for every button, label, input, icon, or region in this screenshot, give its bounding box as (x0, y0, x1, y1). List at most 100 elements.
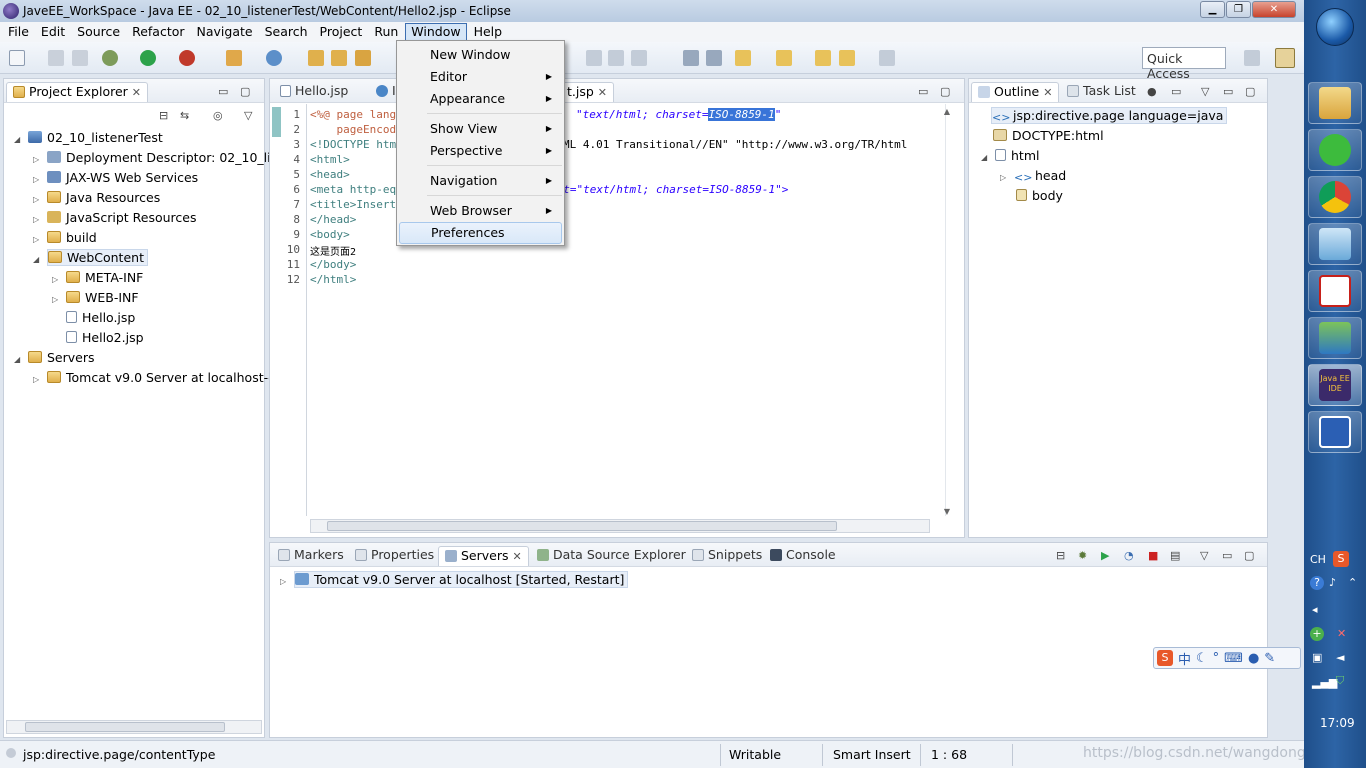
menu-item-appearance[interactable]: Appearance ▶ (399, 88, 562, 110)
code-line-3[interactable]: <!DOCTYPE htm ML 4.01 Transitional//EN" "… (310, 138, 907, 151)
close-tab-icon[interactable]: ✕ (1043, 86, 1052, 99)
outline-item-head[interactable]: ▷ <> head (1000, 166, 1066, 186)
tab-hello2-jsp[interactable]: t.jsp ✕ (560, 82, 615, 102)
menu-item-preferences[interactable]: Preferences (399, 222, 562, 244)
outline-item-html[interactable]: ◢ html (981, 146, 1039, 166)
menu-item-perspective[interactable]: Perspective ▶ (399, 140, 562, 162)
minimize-view-icon[interactable]: ▭ (918, 85, 928, 98)
scrollbar-thumb[interactable] (327, 521, 837, 531)
tab-data-source-explorer[interactable]: Data Source Explorer (531, 546, 692, 566)
horizontal-scrollbar[interactable] (6, 720, 262, 734)
open-folder-icon[interactable] (331, 50, 347, 66)
code-line-7[interactable]: <title>Insert (310, 198, 396, 211)
code-line-8[interactable]: </head> (310, 213, 356, 226)
scroll-up-icon[interactable]: ▲ (944, 107, 950, 116)
close-tab-icon[interactable]: ✕ (513, 550, 522, 563)
annotation-icon[interactable] (631, 50, 647, 66)
tab-properties[interactable]: Properties (349, 546, 440, 566)
menu-file[interactable]: File (3, 23, 34, 41)
tab-markers[interactable]: Markers (272, 546, 350, 566)
external-tools-icon[interactable] (179, 50, 195, 66)
filter-icon[interactable]: ◎ (213, 109, 223, 122)
open-perspective-icon[interactable] (1244, 50, 1260, 66)
keyboard-icon[interactable]: ⌨ (1224, 651, 1243, 666)
quick-access-input[interactable]: Quick Access (1142, 47, 1226, 81)
scrollbar-thumb[interactable] (25, 722, 225, 732)
maximize-view-icon[interactable]: ▢ (1244, 549, 1254, 562)
code-line-6[interactable]: <meta http-eq ent="text/html; charset=ISO… (310, 183, 788, 196)
menu-search[interactable]: Search (260, 23, 313, 41)
back-arrow-icon[interactable] (839, 50, 855, 66)
tree-item-webcontent[interactable]: ◢ WebContent (33, 248, 148, 268)
language-indicator[interactable]: CH (1310, 553, 1326, 566)
taskbar-chrome[interactable] (1308, 176, 1362, 218)
link-with-editor-icon[interactable]: ⇆ (180, 109, 189, 122)
taskbar-word[interactable] (1308, 411, 1362, 453)
minimize-button[interactable]: ▁ (1200, 1, 1225, 18)
forward-arrow-icon[interactable] (879, 50, 895, 66)
tree-item-servers[interactable]: ◢ Servers (14, 348, 95, 368)
device-icon[interactable]: ▣ (1312, 651, 1322, 664)
menu-window[interactable]: Window (405, 23, 467, 41)
network-error-icon[interactable]: ✕ (1337, 627, 1346, 640)
minimize-view-icon[interactable]: ▭ (218, 85, 228, 98)
last-edit-icon[interactable] (776, 50, 792, 66)
toggle-icon[interactable] (586, 50, 602, 66)
maximize-view-icon[interactable]: ▢ (240, 85, 250, 98)
menu-item-show-view[interactable]: Show View ▶ (399, 118, 562, 140)
minimize-view-icon[interactable]: ▭ (1223, 85, 1233, 98)
code-line-10[interactable]: 这是页面2 (310, 243, 356, 258)
help-icon[interactable]: ? (1310, 576, 1324, 590)
close-tab-icon[interactable]: ✕ (598, 86, 607, 99)
minimize-view-icon[interactable]: ▭ (1222, 549, 1232, 562)
save-all-icon[interactable] (72, 50, 88, 66)
profile-server-icon[interactable]: ◔ (1124, 549, 1134, 562)
publish-icon[interactable]: ▤ (1170, 549, 1180, 562)
sogou-tray-icon[interactable]: S (1333, 551, 1349, 567)
outline-item-doctype[interactable]: DOCTYPE:html (993, 126, 1104, 146)
taskbar-eclipse[interactable]: Java EE IDE (1308, 364, 1362, 406)
tree-item-web-inf[interactable]: ▷ WEB-INF (52, 288, 139, 308)
open-type-icon[interactable] (308, 50, 324, 66)
code-line-9[interactable]: <body> (310, 228, 350, 241)
tab-outline[interactable]: Outline ✕ (971, 82, 1060, 102)
tree-item-tomcat[interactable]: ▷ Tomcat v9.0 Server at localhost-c (33, 368, 275, 388)
menu-project[interactable]: Project (315, 23, 368, 41)
new-java-class-icon[interactable] (266, 50, 282, 66)
close-tab-icon[interactable]: ✕ (132, 86, 141, 99)
run-icon[interactable] (140, 50, 156, 66)
menu-refactor[interactable]: Refactor (127, 23, 189, 41)
outline-menu-icon[interactable]: ▭ (1171, 85, 1181, 98)
outline-item-directive[interactable]: <> jsp:directive.page language=java (991, 106, 1228, 126)
expand-tray-icon[interactable]: ◂ (1312, 603, 1318, 616)
signal-icon[interactable]: ▂▄▆ (1312, 676, 1337, 689)
collapse-all-icon[interactable]: ⊟ (159, 109, 168, 122)
punctuation-icon[interactable]: ° (1213, 651, 1220, 666)
tree-item-java-resources[interactable]: ▷ Java Resources (33, 188, 160, 208)
java-ee-perspective-icon[interactable] (1275, 48, 1295, 68)
maximize-view-icon[interactable]: ▢ (940, 85, 950, 98)
tree-item-deployment-descriptor[interactable]: ▷ Deployment Descriptor: 02_10_lis (33, 148, 277, 168)
stop-server-icon[interactable]: ■ (1148, 549, 1158, 562)
tree-item-meta-inf[interactable]: ▷ META-INF (52, 268, 143, 288)
taskbar-notepad[interactable] (1308, 223, 1362, 265)
save-icon[interactable] (48, 50, 64, 66)
start-button[interactable] (1316, 8, 1354, 46)
mark-icon[interactable] (608, 50, 624, 66)
outline-item-body[interactable]: body (1016, 186, 1063, 206)
user-icon[interactable]: ● (1248, 651, 1259, 666)
sort-icon[interactable]: ● (1147, 85, 1157, 98)
menu-navigate[interactable]: Navigate (192, 23, 258, 41)
taskbar-explorer[interactable] (1308, 82, 1362, 124)
maximize-view-icon[interactable]: ▢ (1245, 85, 1255, 98)
tab-task-list[interactable]: Task List (1061, 82, 1142, 102)
next-annotation-icon[interactable] (683, 50, 699, 66)
tab-project-explorer[interactable]: Project Explorer ✕ (6, 82, 149, 102)
taskbar-wechat[interactable] (1308, 129, 1362, 171)
add-icon[interactable]: + (1310, 627, 1324, 641)
pin-icon[interactable] (735, 50, 751, 66)
maximize-button[interactable]: ❐ (1226, 1, 1251, 18)
start-server-icon[interactable]: ▶ (1101, 549, 1109, 562)
moon-icon[interactable]: ☾ (1196, 651, 1208, 666)
tree-item-javascript-resources[interactable]: ▷ JavaScript Resources (33, 208, 196, 228)
